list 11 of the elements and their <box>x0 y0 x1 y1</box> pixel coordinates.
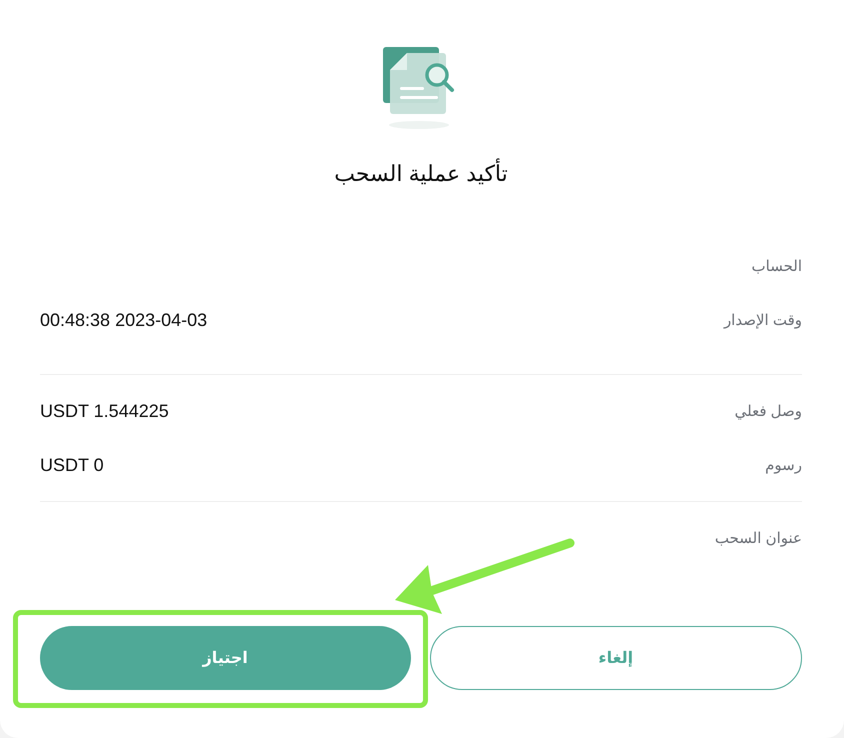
detail-label: رسوم <box>765 456 802 474</box>
detail-value: USDT 1.544225 <box>40 400 169 422</box>
detail-value: 00:48:38 2023-04-03 <box>40 310 208 330</box>
cancel-button[interactable]: إلغاء <box>430 626 802 690</box>
detail-label: وقت الإصدار <box>724 311 802 329</box>
detail-label: وصل فعلي <box>734 402 802 420</box>
detail-label: الحساب <box>752 257 802 275</box>
confirm-button[interactable]: اجتياز <box>40 626 410 690</box>
detail-label: عنوان السحب <box>714 529 802 547</box>
detail-value: USDT 0 <box>40 454 104 476</box>
dialog-title: تأكيد عملية السحب <box>40 159 802 189</box>
